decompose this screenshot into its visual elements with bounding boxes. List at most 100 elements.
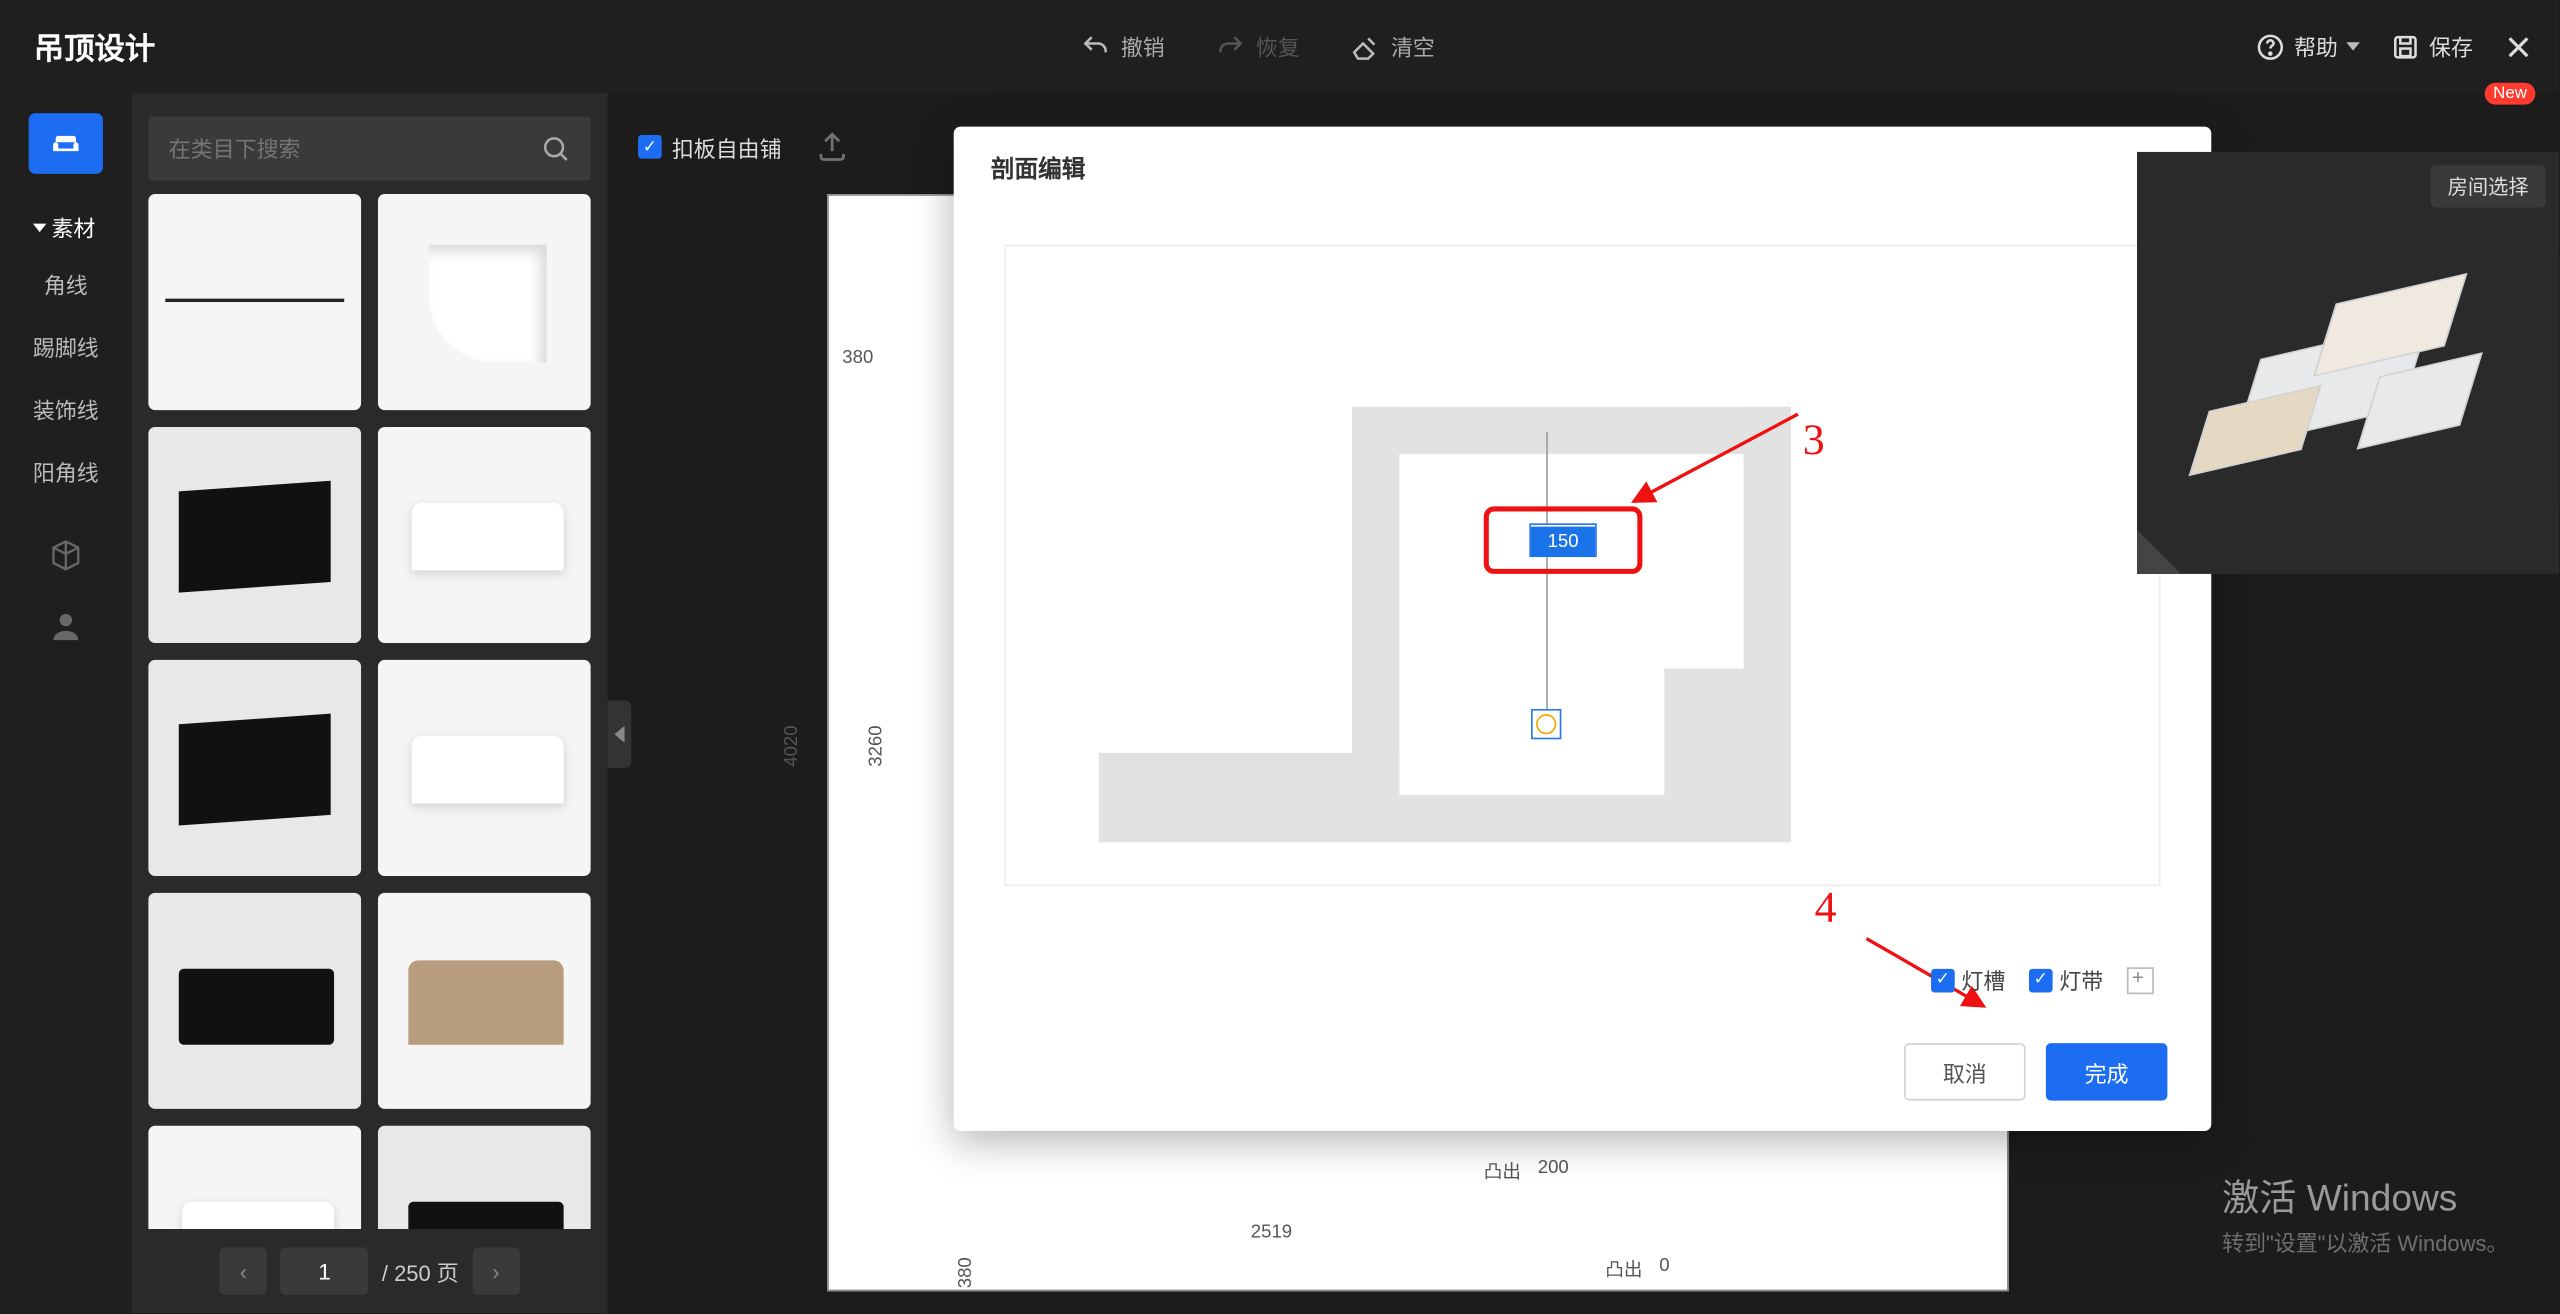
opt-label: 灯带 xyxy=(2059,964,2103,996)
freeplace-label: 扣板自由铺 xyxy=(672,131,782,163)
modal-body: 3 4 xyxy=(954,211,2212,1013)
profile-segment[interactable] xyxy=(1352,407,1791,454)
profile-segment[interactable] xyxy=(1664,668,1791,800)
pager-input[interactable] xyxy=(281,1247,369,1294)
redo-icon xyxy=(1215,31,1245,61)
ok-button[interactable]: 完成 xyxy=(2046,1043,2168,1100)
upload-icon[interactable] xyxy=(815,130,849,164)
collapse-handle[interactable] xyxy=(608,701,632,769)
guide-line xyxy=(1546,432,1548,736)
room-select-button[interactable]: 房间选择 xyxy=(2431,165,2546,207)
dim-label: 380 xyxy=(956,1257,976,1288)
redo-button[interactable]: 恢复 xyxy=(1215,30,1299,62)
search-button[interactable] xyxy=(520,116,591,180)
dim-label: 380 xyxy=(842,348,873,368)
thumbnail-grid xyxy=(132,194,608,1229)
thumb-item[interactable] xyxy=(149,1126,362,1229)
profile-segment[interactable] xyxy=(1352,407,1399,795)
close-app-button[interactable] xyxy=(2503,31,2533,61)
sofa-icon xyxy=(51,128,81,158)
undo-label: 撤销 xyxy=(1121,30,1165,62)
section-edit-modal: 剖面编辑 × 3 xyxy=(954,127,2212,1131)
new-badge: New xyxy=(2485,83,2536,105)
cancel-label: 取消 xyxy=(1943,1056,1987,1088)
thumb-item[interactable] xyxy=(378,893,591,1109)
help-icon xyxy=(2255,31,2285,61)
watermark-line1: 激活 Windows xyxy=(2222,1168,2508,1227)
tuchu-value: 200 xyxy=(1538,1158,1569,1178)
top-right-actions: 帮助 保存 xyxy=(2255,30,2534,62)
rail-item-2[interactable]: 装饰线 xyxy=(0,378,132,440)
save-icon xyxy=(2390,31,2420,61)
dim-label: 2519 xyxy=(1251,1222,1292,1242)
clear-button[interactable]: 清空 xyxy=(1350,30,1434,62)
cancel-button[interactable]: 取消 xyxy=(1904,1043,2026,1100)
eraser-icon xyxy=(1350,31,1380,61)
rail-section-label: 素材 xyxy=(51,211,95,243)
opt-label: 灯槽 xyxy=(1961,964,2005,996)
tuchu-label: 凸出 xyxy=(1605,1256,1642,1283)
rail-item-0[interactable]: 角线 xyxy=(0,253,132,315)
search-icon xyxy=(540,133,570,163)
rail-item-3[interactable]: 阳角线 xyxy=(0,441,132,503)
search-input[interactable] xyxy=(149,116,520,180)
pager-next[interactable]: › xyxy=(472,1247,519,1294)
resize-handle[interactable] xyxy=(2137,530,2181,574)
freeplace-toggle[interactable]: 扣板自由铺 xyxy=(638,131,782,163)
tuchu-value: 0 xyxy=(1659,1256,1669,1276)
pager-prev[interactable]: ‹ xyxy=(220,1247,267,1294)
rail-section-materials[interactable]: 素材 xyxy=(0,197,132,253)
profile-segment[interactable] xyxy=(1099,795,1791,842)
left-main: ‹ / 250 页 › xyxy=(132,93,608,1313)
thumb-item[interactable] xyxy=(378,1126,591,1229)
top-center-actions: 撤销 恢复 清空 xyxy=(1080,30,1435,62)
profile-segment[interactable] xyxy=(1099,753,1399,800)
redo-label: 恢复 xyxy=(1256,30,1300,62)
pager-total: / 250 页 xyxy=(382,1255,459,1287)
opt-lamp-slot[interactable]: 灯槽 xyxy=(1931,964,2005,996)
package-icon[interactable] xyxy=(47,537,84,574)
dimension-input[interactable] xyxy=(1531,527,1595,557)
thumb-item[interactable] xyxy=(378,660,591,876)
modal-footer: 取消 完成 xyxy=(954,1013,2212,1131)
save-button[interactable]: 保存 xyxy=(2390,30,2473,62)
rail-item-1[interactable]: 踢脚线 xyxy=(0,316,132,378)
value-highlight-box xyxy=(1484,506,1643,574)
section-canvas[interactable]: 3 xyxy=(1004,245,2160,886)
triangle-down-icon xyxy=(34,223,48,231)
thumb-item[interactable] xyxy=(149,194,362,410)
tuchu-label: 凸出 xyxy=(1484,1158,1521,1185)
windows-watermark: 激活 Windows 转到"设置"以激活 Windows。 xyxy=(2222,1168,2508,1263)
center-marker[interactable] xyxy=(1531,709,1561,739)
preview-3d-view[interactable] xyxy=(2188,270,2509,506)
undo-icon xyxy=(1080,31,1110,61)
checkbox-icon xyxy=(638,135,662,159)
left-panel: 素材 角线 踢脚线 装饰线 阳角线 xyxy=(0,93,608,1313)
thumb-item[interactable] xyxy=(149,427,362,643)
opt-lamp-strip[interactable]: 灯带 xyxy=(2029,964,2103,996)
user-icon[interactable] xyxy=(47,608,84,645)
pager: ‹ / 250 页 › xyxy=(132,1229,608,1313)
save-label: 保存 xyxy=(2429,30,2473,62)
thumb-item[interactable] xyxy=(378,194,591,410)
library-button[interactable] xyxy=(29,113,103,174)
thumb-item[interactable] xyxy=(378,427,591,643)
clear-label: 清空 xyxy=(1391,30,1435,62)
modal-title: 剖面编辑 xyxy=(954,127,2212,211)
annotation-number-4: 4 xyxy=(1815,883,1837,934)
thumb-item[interactable] xyxy=(149,660,362,876)
modal-options: 灯槽 灯带 xyxy=(1931,964,2154,996)
thumb-item[interactable] xyxy=(149,893,362,1109)
undo-button[interactable]: 撤销 xyxy=(1080,30,1164,62)
help-button[interactable]: 帮助 xyxy=(2255,30,2360,62)
help-label: 帮助 xyxy=(2294,30,2338,62)
watermark-line2: 转到"设置"以激活 Windows。 xyxy=(2222,1228,2508,1263)
close-icon xyxy=(2503,31,2533,61)
expand-icon[interactable] xyxy=(2127,966,2154,993)
dim-label: 3260 xyxy=(866,725,886,766)
top-bar: 吊顶设计 撤销 恢复 清空 帮助 保存 xyxy=(0,0,2559,93)
left-rail: 素材 角线 踢脚线 装饰线 阳角线 xyxy=(0,93,132,1313)
ok-label: 完成 xyxy=(2085,1056,2129,1088)
search-bar xyxy=(132,93,608,194)
checkbox-icon xyxy=(1931,968,1955,992)
